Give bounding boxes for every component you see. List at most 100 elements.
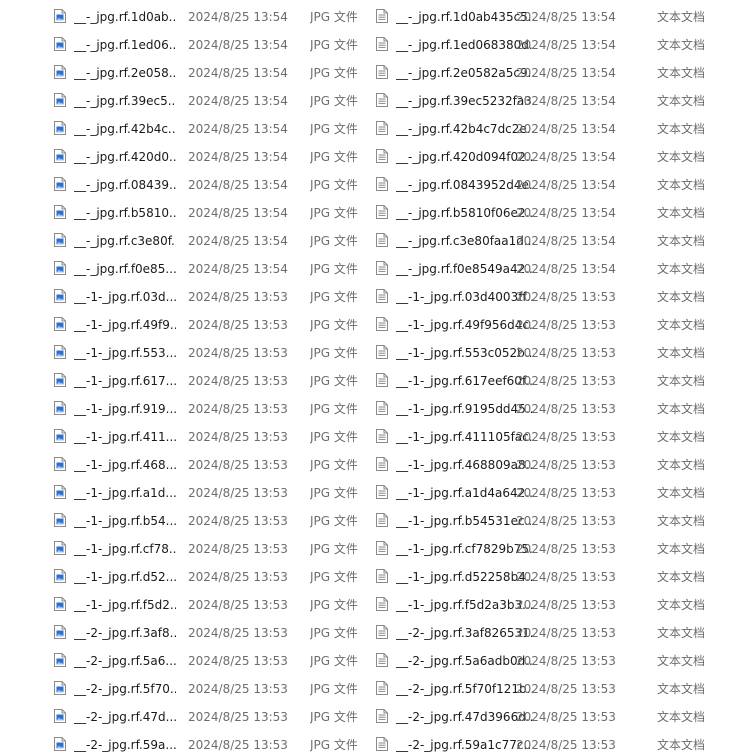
text-document-icon [376, 457, 388, 471]
file-name[interactable]: __-2-_jpg.rf.5f70f121b... [396, 681, 534, 697]
file-name[interactable]: __-_jpg.rf.42b4c7dc2e... [396, 121, 534, 137]
jpg-image-file-icon [54, 681, 66, 695]
modified-date: 2024/8/25 13:54 [516, 150, 616, 164]
file-name[interactable]: __-1-_jpg.rf.03d... [74, 289, 176, 305]
modified-date: 2024/8/25 13:54 [516, 206, 616, 220]
modified-date: 2024/8/25 13:53 [188, 542, 288, 556]
file-name[interactable]: __-2-_jpg.rf.5a6... [74, 653, 176, 669]
file-type: JPG 文件 [310, 206, 358, 220]
file-name[interactable]: __-1-_jpg.rf.553c052b... [396, 345, 534, 361]
file-name[interactable]: __-_jpg.rf.1ed068380d... [396, 37, 534, 53]
file-name[interactable]: __-_jpg.rf.1ed06... [74, 37, 176, 53]
file-row: __-_jpg.rf.1d0ab... 2024/8/25 13:54 JPG 文件… [0, 2, 750, 30]
file-row: __-_jpg.rf.420d0... 2024/8/25 13:54 JPG 文件… [0, 142, 750, 170]
file-name[interactable]: __-2-_jpg.rf.3af826531... [396, 625, 534, 641]
modified-date: 2024/8/25 13:54 [188, 178, 288, 192]
file-type: 文本文档 [657, 486, 706, 500]
file-name[interactable]: __-_jpg.rf.08439... [74, 177, 176, 193]
file-name[interactable]: __-_jpg.rf.c3e80faa1d... [396, 233, 534, 249]
file-name[interactable]: __-_jpg.rf.c3e80f... [74, 233, 176, 249]
file-type: JPG 文件 [310, 318, 358, 332]
file-type: JPG 文件 [310, 542, 358, 556]
file-type: 文本文档 [657, 598, 706, 612]
file-name[interactable]: __-1-_jpg.rf.49f956d4c... [396, 317, 534, 333]
file-name[interactable]: __-1-_jpg.rf.617eef60f... [396, 373, 534, 389]
file-name[interactable]: __-1-_jpg.rf.553... [74, 345, 176, 361]
file-row: __-_jpg.rf.39ec5... 2024/8/25 13:54 JPG 文件… [0, 86, 750, 114]
modified-date: 2024/8/25 13:54 [516, 122, 616, 136]
file-name[interactable]: __-1-_jpg.rf.a1d4a642... [396, 485, 534, 501]
modified-date: 2024/8/25 13:54 [188, 94, 288, 108]
file-row: __-_jpg.rf.2e058... 2024/8/25 13:54 JPG 文件… [0, 58, 750, 86]
file-name[interactable]: __-1-_jpg.rf.468... [74, 457, 176, 473]
file-name[interactable]: __-1-_jpg.rf.cf7829b75... [396, 541, 534, 557]
file-name[interactable]: __-1-_jpg.rf.49f9... [74, 317, 176, 333]
jpg-image-file-icon [54, 401, 66, 415]
file-name[interactable]: __-_jpg.rf.39ec5232fa3... [396, 93, 534, 109]
file-name[interactable]: __-1-_jpg.rf.9195dd45... [396, 401, 534, 417]
file-name[interactable]: __-1-_jpg.rf.a1d... [74, 485, 176, 501]
file-row: __-1-_jpg.rf.617... 2024/8/25 13:53 JPG 文件… [0, 366, 750, 394]
jpg-image-file-icon [54, 737, 66, 751]
file-type: 文本文档 [657, 542, 706, 556]
modified-date: 2024/8/25 13:54 [188, 66, 288, 80]
modified-date: 2024/8/25 13:53 [516, 374, 616, 388]
file-name[interactable]: __-2-_jpg.rf.47d3966d... [396, 709, 534, 725]
text-document-icon [376, 429, 388, 443]
file-name[interactable]: __-2-_jpg.rf.59a... [74, 737, 176, 752]
file-row: __-1-_jpg.rf.553... 2024/8/25 13:53 JPG 文件… [0, 338, 750, 366]
file-type: JPG 文件 [310, 346, 358, 360]
file-name[interactable]: __-1-_jpg.rf.d52... [74, 569, 176, 585]
file-name[interactable]: __-_jpg.rf.39ec5... [74, 93, 176, 109]
jpg-image-file-icon [54, 625, 66, 639]
file-row: __-2-_jpg.rf.3af8... 2024/8/25 13:53 JPG 文… [0, 618, 750, 646]
file-name[interactable]: __-1-_jpg.rf.411105fac... [396, 429, 534, 445]
modified-date: 2024/8/25 13:54 [516, 94, 616, 108]
file-name[interactable]: __-1-_jpg.rf.617... [74, 373, 176, 389]
jpg-image-file-icon [54, 485, 66, 499]
file-name[interactable]: __-1-_jpg.rf.411... [74, 429, 176, 445]
file-name[interactable]: __-2-_jpg.rf.5f70... [74, 681, 176, 697]
file-name[interactable]: __-_jpg.rf.2e0582a5c9... [396, 65, 534, 81]
file-row: __-1-_jpg.rf.f5d2... 2024/8/25 13:53 JPG 文… [0, 590, 750, 618]
text-document-icon [376, 653, 388, 667]
modified-date: 2024/8/25 13:54 [516, 66, 616, 80]
file-type: JPG 文件 [310, 598, 358, 612]
file-type: 文本文档 [657, 94, 706, 108]
file-name[interactable]: __-2-_jpg.rf.3af8... [74, 625, 176, 641]
file-name[interactable]: __-1-_jpg.rf.468809a8... [396, 457, 534, 473]
file-name[interactable]: __-2-_jpg.rf.59a1c77c... [396, 737, 534, 752]
file-name[interactable]: __-_jpg.rf.1d0ab... [74, 9, 176, 25]
file-name[interactable]: __-1-_jpg.rf.b54... [74, 513, 176, 529]
file-name[interactable]: __-1-_jpg.rf.f5d2... [74, 597, 176, 613]
file-name[interactable]: __-1-_jpg.rf.cf78... [74, 541, 176, 557]
modified-date: 2024/8/25 13:53 [516, 402, 616, 416]
file-type: 文本文档 [657, 150, 706, 164]
file-name[interactable]: __-_jpg.rf.f0e85... [74, 261, 176, 277]
file-type: 文本文档 [657, 178, 706, 192]
file-name[interactable]: __-_jpg.rf.1d0ab435c5... [396, 9, 534, 25]
file-name[interactable]: __-_jpg.rf.0843952d4e... [396, 177, 534, 193]
file-type: JPG 文件 [310, 682, 358, 696]
file-type: 文本文档 [657, 290, 706, 304]
file-name[interactable]: __-_jpg.rf.b5810... [74, 205, 176, 221]
file-name[interactable]: __-_jpg.rf.b5810f06e2... [396, 205, 534, 221]
file-name[interactable]: __-1-_jpg.rf.03d4003ff... [396, 289, 534, 305]
file-type: JPG 文件 [310, 234, 358, 248]
modified-date: 2024/8/25 13:53 [188, 318, 288, 332]
jpg-image-file-icon [54, 429, 66, 443]
file-name[interactable]: __-_jpg.rf.420d094f02... [396, 149, 534, 165]
file-name[interactable]: __-2-_jpg.rf.5a6adb0d... [396, 653, 534, 669]
file-name[interactable]: __-1-_jpg.rf.d52258b4... [396, 569, 534, 585]
file-name[interactable]: __-_jpg.rf.2e058... [74, 65, 176, 81]
file-type: 文本文档 [657, 514, 706, 528]
file-name[interactable]: __-1-_jpg.rf.b54531ec... [396, 513, 534, 529]
file-name[interactable]: __-1-_jpg.rf.919... [74, 401, 176, 417]
file-name[interactable]: __-_jpg.rf.42b4c... [74, 121, 176, 137]
file-name[interactable]: __-_jpg.rf.420d0... [74, 149, 176, 165]
file-name[interactable]: __-1-_jpg.rf.f5d2a3b3... [396, 597, 534, 613]
file-row: __-1-_jpg.rf.d52... 2024/8/25 13:53 JPG 文件… [0, 562, 750, 590]
text-document-icon [376, 65, 388, 79]
file-name[interactable]: __-_jpg.rf.f0e8549a42... [396, 261, 534, 277]
file-name[interactable]: __-2-_jpg.rf.47d... [74, 709, 176, 725]
